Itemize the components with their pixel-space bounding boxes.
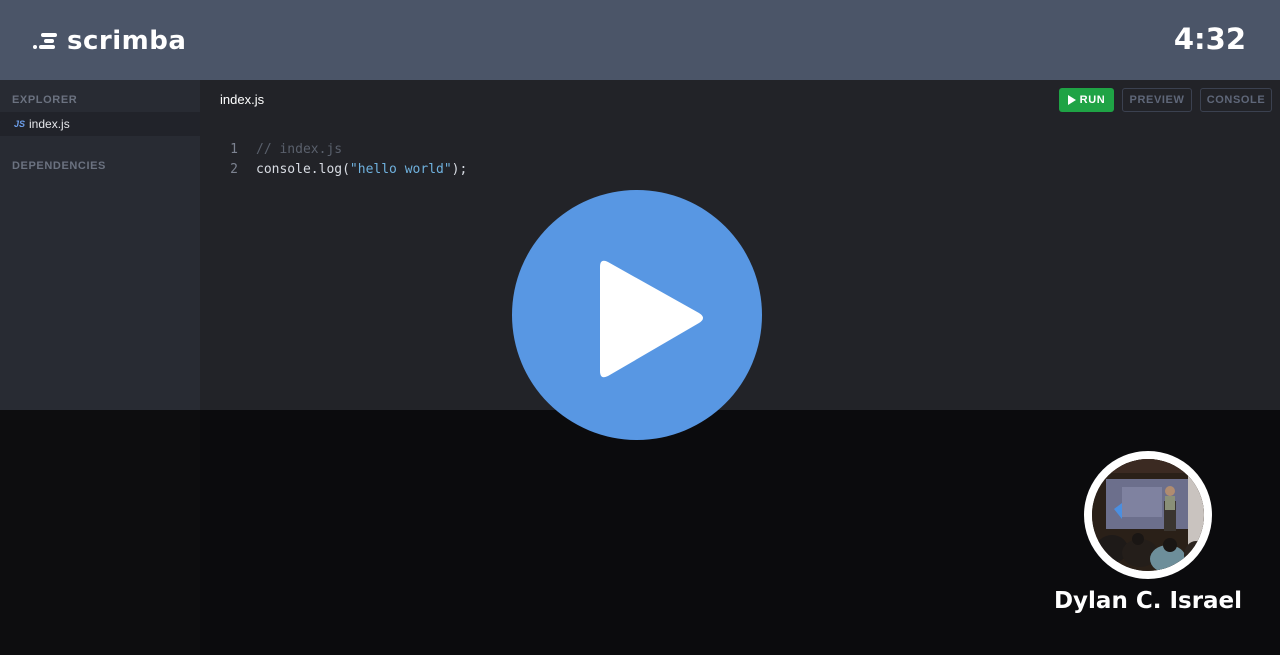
- js-file-icon: JS: [14, 119, 26, 129]
- line-number: 2: [230, 162, 238, 177]
- presenter-avatar: [1084, 451, 1212, 579]
- code-comment: // index.js: [256, 142, 343, 157]
- logo-icon: [33, 31, 59, 51]
- scrimba-logo[interactable]: scrimba: [33, 26, 186, 56]
- play-button[interactable]: [512, 190, 762, 440]
- console-button[interactable]: CONSOLE: [1200, 88, 1272, 112]
- code-line: 2 console.log("hello world");: [220, 160, 467, 180]
- play-icon: [600, 260, 703, 378]
- dependencies-heading[interactable]: DEPENDENCIES: [12, 160, 106, 172]
- file-item-index-js[interactable]: JS index.js: [0, 112, 200, 136]
- header: scrimba 4:32: [0, 0, 1280, 80]
- run-button[interactable]: RUN: [1059, 88, 1114, 112]
- code-text: console.log(: [256, 162, 350, 177]
- code-line: 1 // index.js: [220, 140, 467, 160]
- editor-tab-title[interactable]: index.js: [220, 92, 264, 107]
- play-small-icon: [1067, 95, 1076, 105]
- duration-timer: 4:32: [1173, 22, 1246, 56]
- code-text: );: [451, 162, 468, 177]
- logo-text: scrimba: [67, 26, 187, 56]
- sidebar-lower-shadow: [0, 410, 200, 655]
- run-label: RUN: [1079, 94, 1106, 106]
- line-number: 1: [230, 142, 238, 157]
- file-name: index.js: [29, 117, 70, 131]
- preview-button[interactable]: PREVIEW: [1122, 88, 1192, 112]
- code-area[interactable]: 1 // index.js 2 console.log("hello world…: [220, 140, 467, 180]
- file-explorer-sidebar: EXPLORER JS index.js DEPENDENCIES: [0, 80, 200, 410]
- presenter-name: Dylan C. Israel: [1053, 588, 1243, 614]
- explorer-heading: EXPLORER: [12, 94, 78, 106]
- code-string: "hello world": [349, 162, 452, 177]
- presenter-photo: [1092, 459, 1204, 571]
- presenter-photo-image: [1092, 459, 1204, 571]
